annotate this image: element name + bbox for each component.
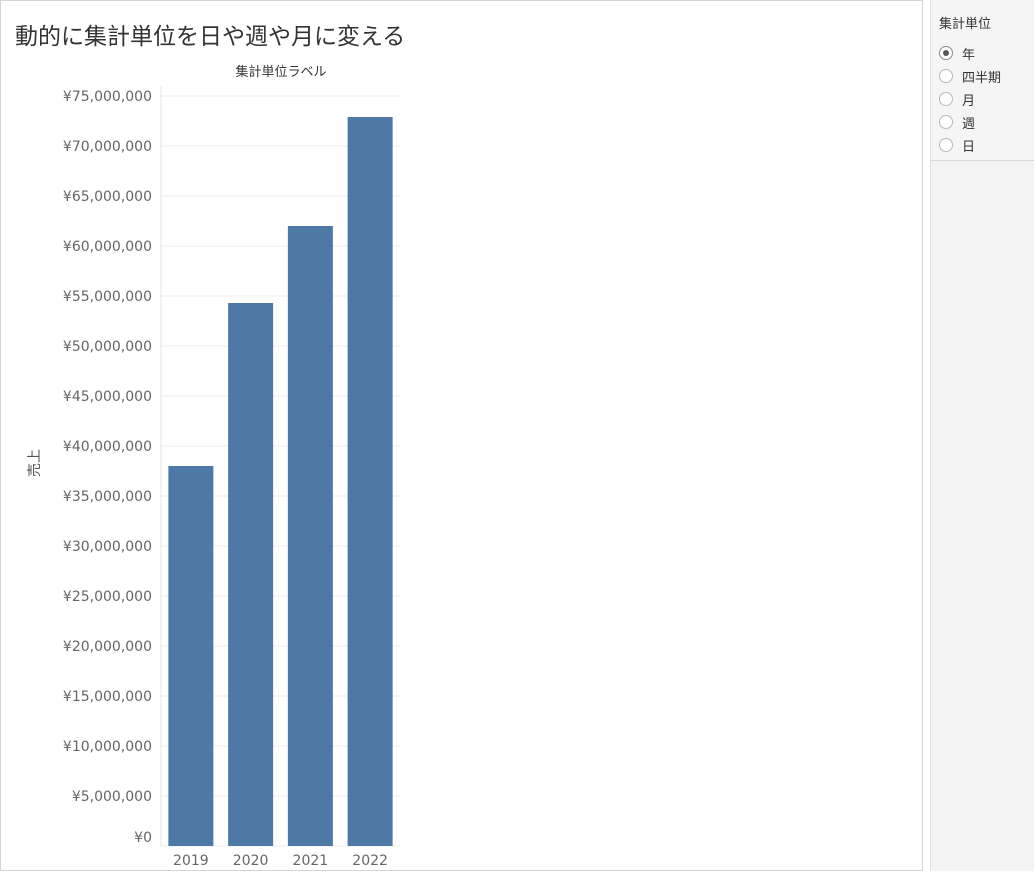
y-tick-label: ¥60,000,000 <box>63 239 152 255</box>
y-tick-label: ¥35,000,000 <box>63 489 152 505</box>
aggregation-filter-card: 集計単位 年 四半期 月 週 日 <box>931 0 1034 161</box>
radio-label-day: 日 <box>962 139 976 155</box>
bar-2019[interactable] <box>168 466 214 846</box>
radio-option-quarter[interactable]: 四半期 <box>939 66 1001 86</box>
radio-unchecked-icon[interactable] <box>939 69 953 83</box>
filter-panel: 集計単位 年 四半期 月 週 日 <box>930 0 1034 871</box>
y-tick-label: ¥0 <box>134 830 152 846</box>
y-tick-label: ¥15,000,000 <box>63 689 152 705</box>
bar-2022[interactable] <box>347 117 393 846</box>
radio-option-week[interactable]: 週 <box>939 112 975 132</box>
y-tick-label: ¥40,000,000 <box>63 439 152 455</box>
radio-unchecked-icon[interactable] <box>939 138 953 152</box>
bar-2021[interactable] <box>287 226 333 846</box>
x-tick-label: 2021 <box>293 853 329 869</box>
y-tick-label: ¥75,000,000 <box>63 89 152 105</box>
x-axis-ticks: 2019 2020 2021 2022 <box>173 853 388 869</box>
y-tick-label: ¥25,000,000 <box>63 589 152 605</box>
y-tick-label: ¥5,000,000 <box>72 789 152 805</box>
filter-title: 集計単位 <box>939 17 992 32</box>
y-tick-label: ¥50,000,000 <box>63 339 152 355</box>
radio-label-year: 年 <box>962 47 976 63</box>
radio-unchecked-icon[interactable] <box>939 115 953 129</box>
radio-label-week: 週 <box>962 116 976 132</box>
y-tick-label: ¥10,000,000 <box>63 739 152 755</box>
x-tick-label: 2019 <box>173 853 209 869</box>
y-tick-label: ¥30,000,000 <box>63 539 152 555</box>
y-tick-label: ¥65,000,000 <box>63 189 152 205</box>
chart-title: 集計単位ラベル <box>235 64 326 80</box>
radio-option-month[interactable]: 月 <box>939 89 975 109</box>
radio-option-day[interactable]: 日 <box>939 135 975 155</box>
radio-option-year[interactable]: 年 <box>939 43 975 63</box>
bar-chart: 集計単位ラベル 売上 ¥0 ¥5,000,000 ¥10,000,000 ¥15,00… <box>27 64 400 869</box>
radio-label-quarter: 四半期 <box>962 70 1002 86</box>
bar-2020[interactable] <box>228 303 274 846</box>
y-tick-label: ¥55,000,000 <box>63 289 152 305</box>
y-tick-label: ¥20,000,000 <box>63 639 152 655</box>
radio-checked-icon[interactable] <box>939 46 953 60</box>
y-axis-ticks: ¥0 ¥5,000,000 ¥10,000,000 ¥15,000,000 ¥20,00… <box>63 89 152 846</box>
dashboard-sheet: 動的に集計単位を日や週や月に変える 集計単位ラベル 売上 ¥0 ¥5,000,00… <box>0 0 923 871</box>
x-tick-label: 2020 <box>233 853 269 869</box>
bars <box>168 117 393 846</box>
y-tick-label: ¥70,000,000 <box>63 139 152 155</box>
radio-label-month: 月 <box>962 93 976 109</box>
x-tick-label: 2022 <box>352 853 388 869</box>
y-tick-label: ¥45,000,000 <box>63 389 152 405</box>
radio-unchecked-icon[interactable] <box>939 92 953 106</box>
y-axis-label: 売上 <box>27 449 43 477</box>
